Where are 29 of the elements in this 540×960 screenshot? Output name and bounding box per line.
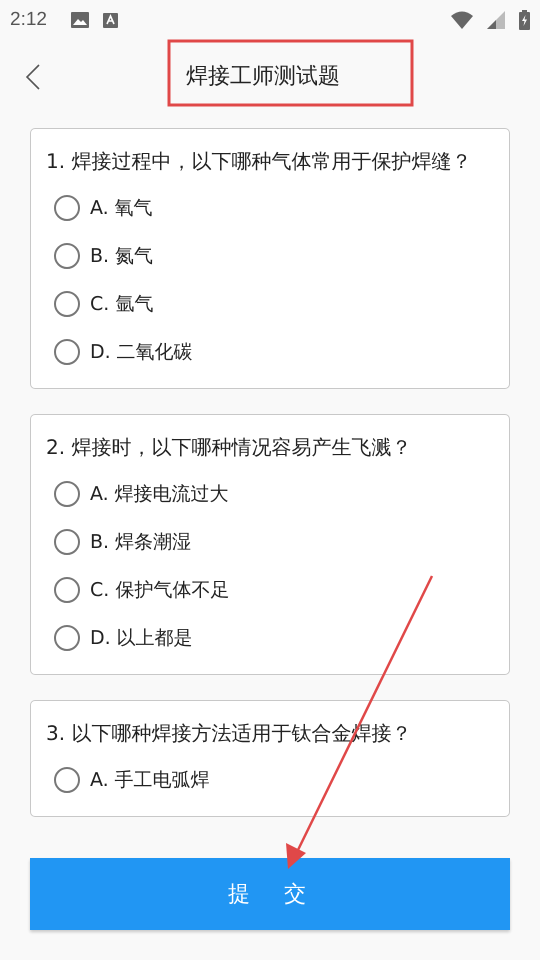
wifi-icon (451, 11, 473, 29)
battery-icon (519, 10, 530, 30)
option-label[interactable]: B. 焊条潮湿 (90, 529, 192, 555)
radio-button[interactable] (54, 625, 80, 651)
radio-button[interactable] (54, 577, 80, 603)
keyboard-icon (102, 12, 118, 28)
option-label[interactable]: C. 保护气体不足 (90, 577, 230, 603)
radio-button[interactable] (54, 529, 80, 555)
image-icon (70, 12, 89, 28)
status-time: 2:12 (10, 9, 47, 31)
radio-button[interactable] (54, 243, 80, 269)
radio-button[interactable] (54, 481, 80, 507)
radio-button[interactable] (54, 291, 80, 317)
option-label[interactable]: D. 二氧化碳 (90, 339, 193, 365)
option-label[interactable]: B. 氮气 (90, 243, 154, 269)
back-button[interactable] (26, 64, 40, 90)
question-text: 1. 焊接过程中，以下哪种气体常用于保护焊缝？ (46, 148, 472, 175)
option-label[interactable]: A. 焊接电流过大 (90, 481, 229, 507)
option-label[interactable]: A. 手工电弧焊 (90, 767, 210, 793)
back-icon (26, 64, 40, 90)
option-label[interactable]: D. 以上都是 (90, 625, 193, 651)
question-text: 2. 焊接时，以下哪种情况容易产生飞溅？ (46, 434, 412, 461)
radio-button[interactable] (54, 195, 80, 221)
radio-button[interactable] (54, 339, 80, 365)
option-label[interactable]: C. 氩气 (90, 291, 154, 317)
signal-icon (487, 11, 505, 29)
radio-button[interactable] (54, 767, 80, 793)
option-label[interactable]: A. 氧气 (90, 195, 153, 221)
page-title: 焊接工师测试题 (186, 63, 340, 91)
